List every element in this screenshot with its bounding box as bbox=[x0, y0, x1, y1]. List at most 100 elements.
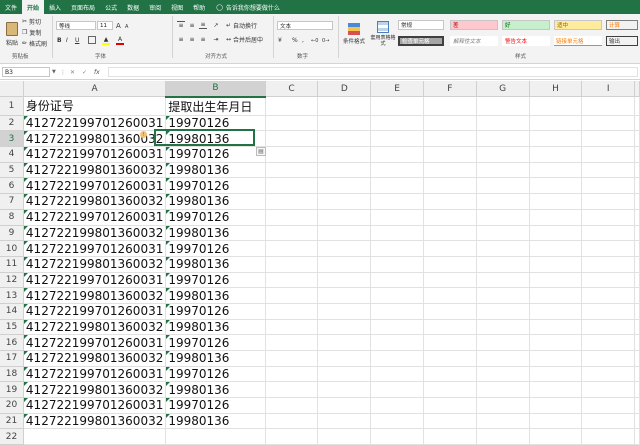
cell-empty[interactable] bbox=[317, 397, 372, 414]
cell-empty[interactable] bbox=[529, 209, 583, 226]
cell-empty[interactable] bbox=[529, 303, 583, 320]
cell-empty[interactable] bbox=[476, 272, 530, 289]
cell-empty[interactable] bbox=[317, 225, 372, 242]
cell-empty[interactable] bbox=[581, 209, 635, 226]
cell-empty[interactable] bbox=[317, 96, 372, 116]
row-header[interactable]: 8 bbox=[0, 209, 24, 226]
cell-empty[interactable] bbox=[634, 240, 640, 257]
cell-empty[interactable] bbox=[634, 366, 640, 383]
cell-empty[interactable] bbox=[634, 130, 640, 148]
column-header-i[interactable]: I bbox=[581, 81, 635, 98]
cell-empty[interactable] bbox=[423, 256, 477, 273]
cell-empty[interactable] bbox=[423, 397, 477, 414]
row-header[interactable]: 10 bbox=[0, 240, 24, 257]
cell-empty[interactable] bbox=[476, 319, 530, 336]
tab-insert[interactable]: 插入 bbox=[44, 0, 66, 14]
cell-empty[interactable] bbox=[370, 96, 424, 116]
insert-function-button[interactable]: fx bbox=[94, 67, 100, 77]
cell-empty[interactable] bbox=[265, 225, 319, 242]
row-header[interactable]: 11 bbox=[0, 256, 24, 273]
cell-a[interactable]: 412722199701260031 bbox=[23, 115, 167, 132]
cell-empty[interactable] bbox=[265, 319, 319, 336]
cell-empty[interactable] bbox=[476, 334, 530, 351]
row-header[interactable]: 2 bbox=[0, 115, 24, 132]
cell-empty[interactable] bbox=[317, 256, 372, 273]
cell-empty[interactable] bbox=[581, 272, 635, 289]
cell-empty[interactable] bbox=[581, 319, 635, 336]
row-header[interactable]: 22 bbox=[0, 428, 24, 445]
borders-icon[interactable] bbox=[88, 36, 96, 44]
cell-empty[interactable] bbox=[634, 193, 640, 210]
cell-empty[interactable] bbox=[476, 162, 530, 179]
style-good[interactable]: 好 bbox=[502, 20, 550, 30]
cell-empty[interactable] bbox=[634, 256, 640, 273]
cell-b[interactable]: 19970126 bbox=[165, 334, 266, 351]
fill-color-icon[interactable]: ▲ bbox=[102, 36, 110, 45]
tell-me-box[interactable]: ◯ 告诉我你想要做什么 bbox=[216, 0, 280, 14]
cell-a[interactable]: 412722199701260031 bbox=[23, 334, 167, 351]
cell-empty[interactable] bbox=[476, 240, 530, 257]
cell-empty[interactable] bbox=[581, 130, 635, 148]
font-size-select[interactable]: 11 bbox=[97, 21, 113, 30]
format-as-table-button[interactable]: 套用表格格式 bbox=[370, 18, 396, 50]
cell-empty[interactable] bbox=[634, 225, 640, 242]
cell-empty[interactable] bbox=[370, 225, 424, 242]
column-header-f[interactable]: F bbox=[423, 81, 477, 98]
cell-empty[interactable] bbox=[423, 381, 477, 399]
cell-empty[interactable] bbox=[529, 177, 583, 195]
row-header[interactable]: 3 bbox=[0, 130, 24, 148]
cell-empty[interactable] bbox=[529, 256, 583, 273]
cell-empty[interactable] bbox=[423, 209, 477, 226]
cell-b[interactable]: 19980136 bbox=[165, 130, 266, 148]
cell-empty[interactable] bbox=[317, 303, 372, 320]
style-linked-cell[interactable]: 链接单元格 bbox=[554, 36, 602, 46]
enter-icon[interactable]: ✓ bbox=[82, 67, 87, 77]
cell-empty[interactable] bbox=[317, 428, 372, 445]
cell-empty[interactable] bbox=[265, 193, 319, 210]
align-right-icon[interactable]: ≡ bbox=[199, 35, 207, 43]
cell-b[interactable] bbox=[165, 428, 266, 445]
cell-empty[interactable] bbox=[634, 115, 640, 132]
cell-empty[interactable] bbox=[265, 240, 319, 257]
cell-a[interactable]: 412722199801360032 bbox=[23, 413, 167, 430]
cell-empty[interactable] bbox=[529, 287, 583, 304]
cell-empty[interactable] bbox=[476, 146, 530, 163]
cell-empty[interactable] bbox=[265, 413, 319, 430]
cell-a[interactable]: 412722199801360032 bbox=[23, 287, 167, 304]
cell-empty[interactable] bbox=[317, 319, 372, 336]
cell-empty[interactable] bbox=[581, 96, 635, 116]
cell-a[interactable]: 412722199701260031 bbox=[23, 209, 167, 226]
cell-empty[interactable] bbox=[581, 115, 635, 132]
cell-empty[interactable] bbox=[317, 130, 372, 148]
font-name-select[interactable]: 等线 bbox=[56, 21, 96, 30]
cell-empty[interactable] bbox=[370, 177, 424, 195]
row-header[interactable]: 13 bbox=[0, 287, 24, 304]
cell-empty[interactable] bbox=[634, 146, 640, 163]
paste-button[interactable]: 粘贴 bbox=[3, 18, 21, 50]
cell-empty[interactable] bbox=[581, 397, 635, 414]
cell-empty[interactable] bbox=[370, 413, 424, 430]
cell-a[interactable]: 412722199801360032 bbox=[23, 381, 167, 399]
cell-empty[interactable] bbox=[370, 162, 424, 179]
cell-a[interactable]: 412722199801360032 bbox=[23, 350, 167, 367]
cell-empty[interactable] bbox=[265, 209, 319, 226]
cell-a[interactable]: 412722199801360032 bbox=[23, 319, 167, 336]
cell-empty[interactable] bbox=[265, 256, 319, 273]
cell-empty[interactable] bbox=[634, 162, 640, 179]
cell-empty[interactable] bbox=[265, 334, 319, 351]
worksheet-grid[interactable]: A B C D E F G H I 1 身份证号 提取出生年月日 2 412722199… bbox=[0, 81, 640, 445]
column-header-g[interactable]: G bbox=[476, 81, 530, 98]
cell-empty[interactable] bbox=[634, 334, 640, 351]
cell-empty[interactable] bbox=[423, 350, 477, 367]
cell-empty[interactable] bbox=[317, 381, 372, 399]
cell-empty[interactable] bbox=[423, 240, 477, 257]
cell-empty[interactable] bbox=[634, 428, 640, 445]
cell-empty[interactable] bbox=[529, 413, 583, 430]
cell-empty[interactable] bbox=[529, 115, 583, 132]
cell-empty[interactable] bbox=[634, 272, 640, 289]
cell-empty[interactable] bbox=[634, 319, 640, 336]
cell-b[interactable]: 19970126 bbox=[165, 272, 266, 289]
cell-empty[interactable] bbox=[317, 177, 372, 195]
cell-empty[interactable] bbox=[423, 272, 477, 289]
cell-empty[interactable] bbox=[265, 366, 319, 383]
